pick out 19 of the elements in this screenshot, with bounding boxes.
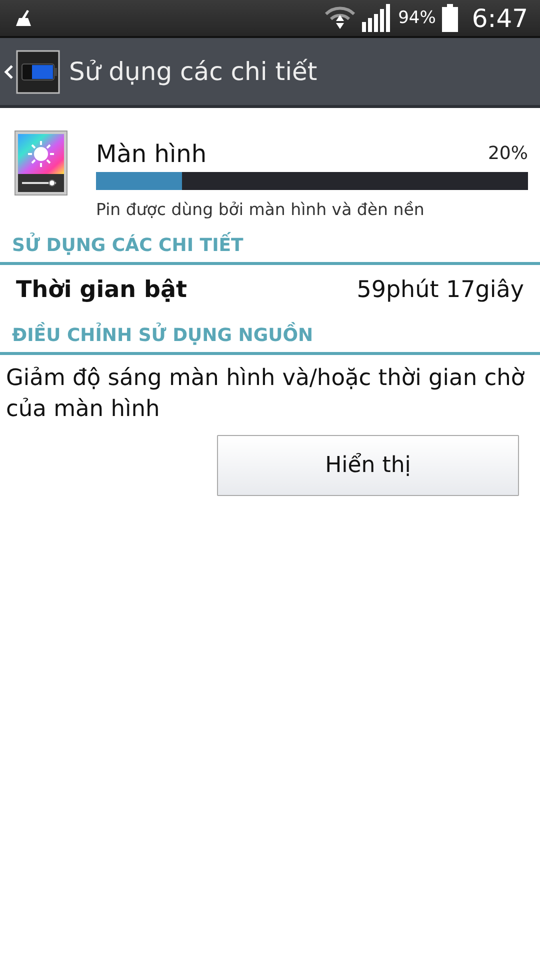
usage-percent: 20% <box>488 143 528 164</box>
display-settings-icon <box>14 130 68 196</box>
battery-percent: 94% <box>398 8 436 28</box>
signal-icon <box>362 4 392 32</box>
show-button[interactable]: Hiển thị <box>217 435 519 496</box>
cleaner-icon[interactable] <box>14 8 34 28</box>
screen-title: Sử dụng các chi tiết <box>69 57 318 86</box>
clock-time: 6:47 <box>472 4 528 32</box>
row-value: 59phút 17giây <box>356 277 524 303</box>
wifi-icon <box>324 5 356 31</box>
battery-app-icon[interactable] <box>16 50 60 94</box>
section-header: SỬ DỤNG CÁC CHI TIẾT <box>0 225 540 265</box>
row-label: Thời gian bật <box>16 277 187 303</box>
battery-icon <box>442 4 458 32</box>
advice-text: Giảm độ sáng màn hình và/hoặc thời gian chờ của màn hình <box>5 364 526 424</box>
item-description: Pin được dùng bởi màn hình và đèn nền <box>96 200 426 219</box>
section-header: ĐIỀU CHỈNH SỬ DỤNG NGUỒN <box>0 315 540 355</box>
back-icon[interactable] <box>4 64 14 80</box>
item-title: Màn hình <box>96 140 207 168</box>
